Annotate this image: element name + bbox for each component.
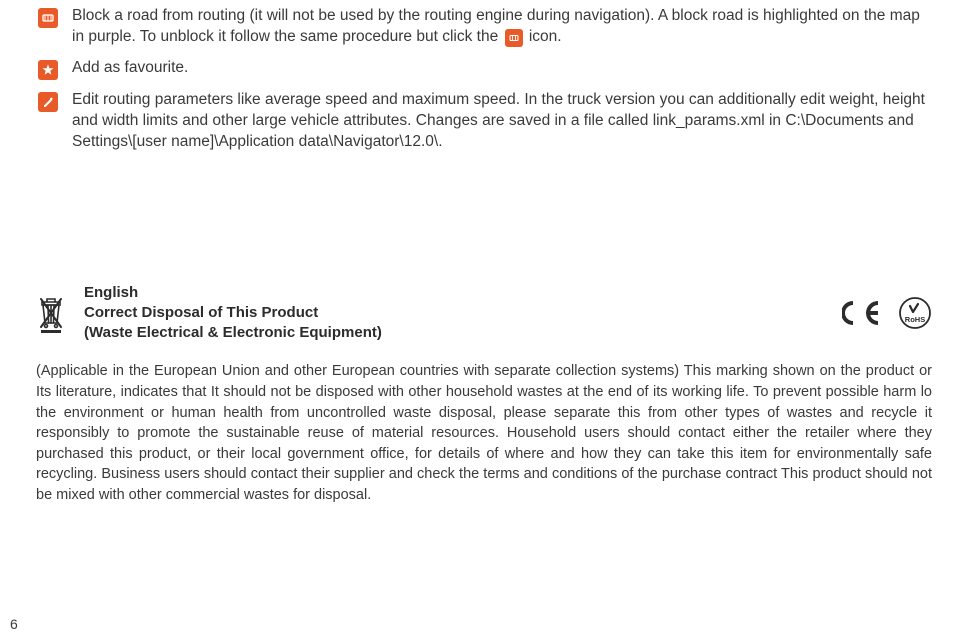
ce-mark-icon: [842, 296, 892, 330]
instruction-text: Edit routing parameters like average spe…: [60, 90, 932, 153]
instruction-text: Add as favourite.: [60, 58, 932, 79]
disposal-section: English Correct Disposal of This Product…: [36, 283, 932, 506]
disposal-titles: English Correct Disposal of This Product…: [66, 283, 382, 344]
icon-cell: [36, 90, 60, 112]
icon-cell: [36, 6, 60, 28]
unblock-road-icon: [505, 29, 523, 47]
rohs-mark-icon: RoHS: [898, 296, 932, 330]
svg-text:RoHS: RoHS: [905, 315, 925, 324]
favourite-star-icon: [38, 60, 58, 80]
text-lead: Edit routing parameters like average spe…: [72, 91, 925, 150]
icon-cell: [36, 58, 60, 80]
block-road-icon: [38, 8, 58, 28]
disposal-title-lang: English: [84, 283, 382, 303]
text-lead: Block a road from routing (it will not b…: [72, 7, 920, 45]
instruction-row: Edit routing parameters like average spe…: [36, 90, 932, 153]
page-number: 6: [10, 616, 18, 632]
text-lead: Add as favourite.: [72, 59, 188, 76]
weee-bin-icon: [36, 293, 66, 333]
disposal-body-text: (Applicable in the European Union and ot…: [36, 361, 932, 505]
instruction-text: Block a road from routing (it will not b…: [60, 6, 932, 48]
compliance-marks: RoHS: [842, 296, 932, 330]
edit-params-icon: [38, 92, 58, 112]
text-trail: icon.: [525, 28, 562, 45]
disposal-title-sub: (Waste Electrical & Electronic Equipment…: [84, 323, 382, 343]
disposal-header: English Correct Disposal of This Product…: [36, 283, 932, 344]
disposal-title-main: Correct Disposal of This Product: [84, 303, 382, 323]
instruction-row: Add as favourite.: [36, 58, 932, 80]
instruction-row: Block a road from routing (it will not b…: [36, 6, 932, 48]
disposal-header-left: English Correct Disposal of This Product…: [36, 283, 382, 344]
